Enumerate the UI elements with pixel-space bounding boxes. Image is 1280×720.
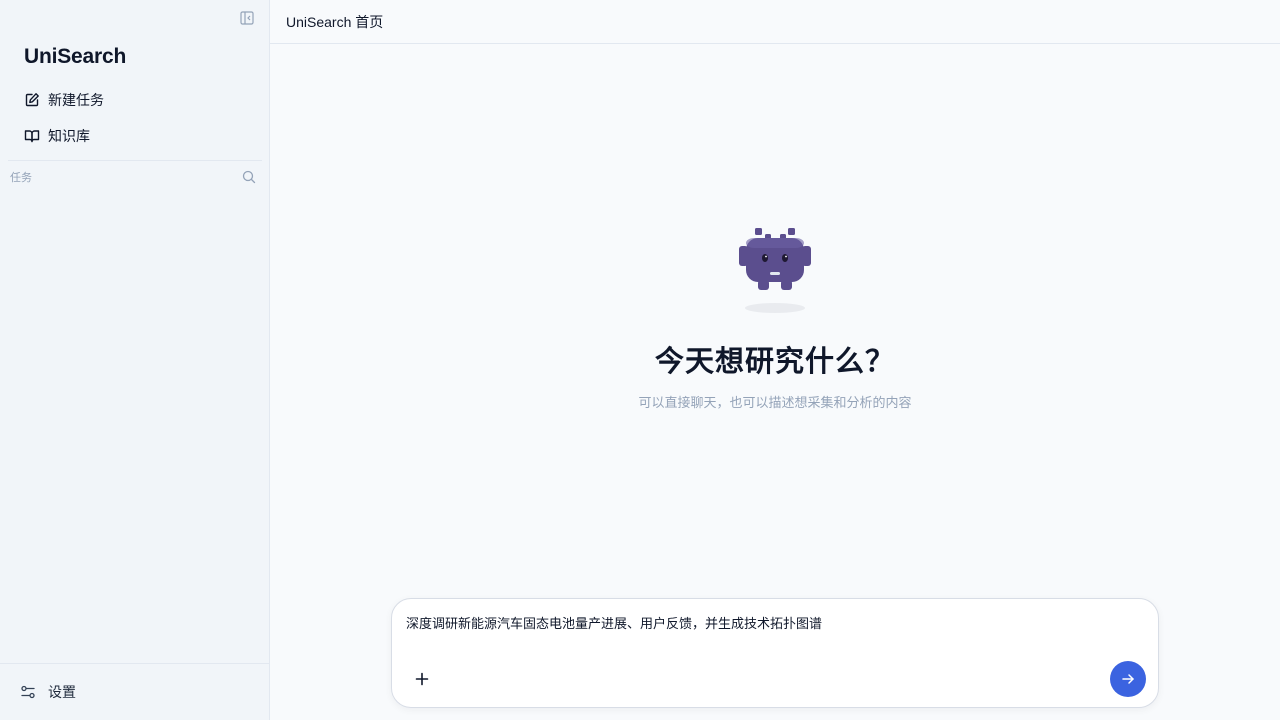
sidebar-collapse-icon[interactable] <box>239 10 255 26</box>
sidebar-divider <box>8 160 262 161</box>
plus-icon[interactable] <box>412 669 432 689</box>
top-bar: UniSearch 首页 <box>270 0 1280 44</box>
hero-title: 今天想研究什么？ <box>654 346 895 378</box>
welcome-hero: 今天想研究什么？ 可以直接聊天，也可以描述想采集和分析的内容 <box>270 224 1280 411</box>
mascot-robot-icon <box>739 228 811 313</box>
page-title: UniSearch 首页 <box>286 13 384 30</box>
tasks-label: 任务 <box>10 172 32 184</box>
sidebar: UniSearch 新建任务 知识库 任务 设置 <box>0 0 270 720</box>
sidebar-item-label: 知识库 <box>48 128 90 144</box>
settings-sliders-icon <box>20 684 36 700</box>
settings-button[interactable]: 设置 <box>0 663 269 720</box>
search-icon[interactable] <box>242 170 256 184</box>
sidebar-item-new-task[interactable]: 新建任务 <box>8 85 261 115</box>
book-icon <box>24 128 40 144</box>
hero-subtitle: 可以直接聊天，也可以描述想采集和分析的内容 <box>638 395 912 410</box>
chat-input[interactable]: 深度调研新能源汽车固态电池量产进展、用户反馈，并生成技术拓扑图谱 <box>406 613 1144 632</box>
tasks-section-header: 任务 <box>10 170 256 184</box>
brand-logo: UniSearch <box>24 45 127 68</box>
sidebar-item-label: 新建任务 <box>48 92 104 108</box>
app-root: UniSearch 新建任务 知识库 任务 设置 UniSearch 首页 今天… <box>0 0 1280 720</box>
settings-label: 设置 <box>48 684 76 700</box>
send-button[interactable] <box>1110 661 1146 697</box>
arrow-right-icon <box>1122 674 1134 684</box>
chat-composer: 深度调研新能源汽车固态电池量产进展、用户反馈，并生成技术拓扑图谱 <box>391 598 1159 708</box>
edit-icon <box>24 92 40 108</box>
main-panel: UniSearch 首页 今天想研究什么？ 可以直接聊天，也可以描述想采集和分析… <box>270 0 1280 720</box>
sidebar-item-knowledge-base[interactable]: 知识库 <box>8 121 261 151</box>
sidebar-nav: 新建任务 知识库 <box>0 85 269 157</box>
